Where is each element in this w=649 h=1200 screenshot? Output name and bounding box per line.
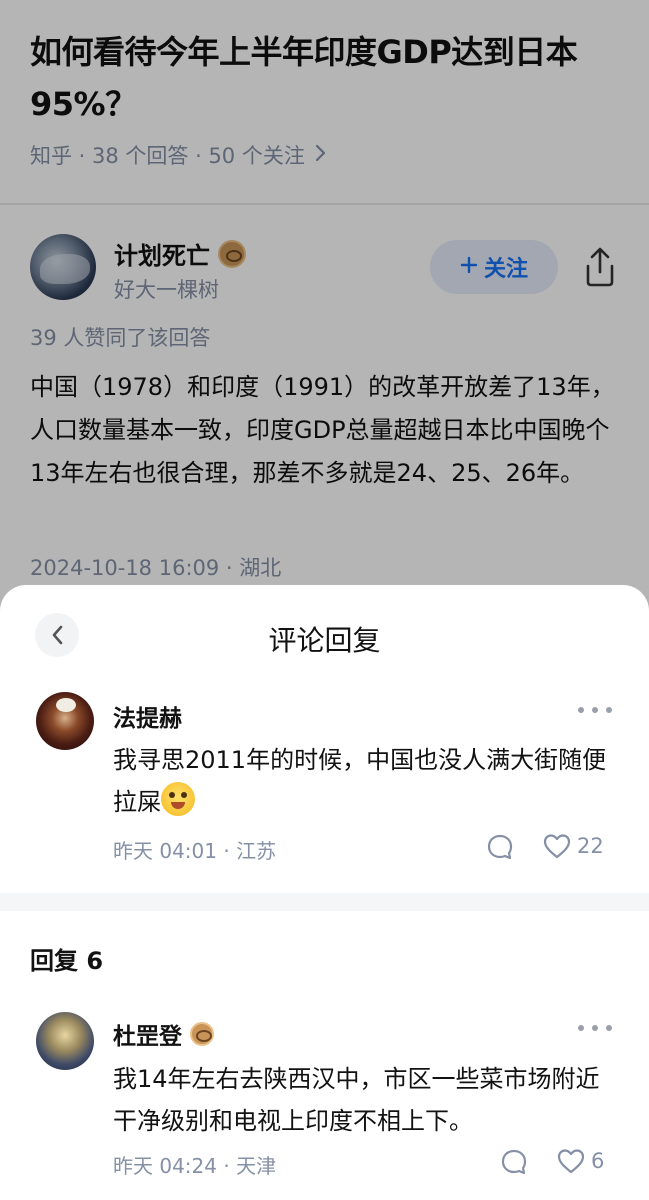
more-icon[interactable] bbox=[578, 1025, 612, 1035]
sheet-title: 评论回复 bbox=[268, 624, 381, 657]
heart-icon bbox=[543, 834, 571, 859]
section-separator bbox=[0, 893, 649, 911]
comment-reply-sheet: 评论回复 法提赫 我寻思2011年的时候，中国也没人满大街随便拉屎 昨天 04:… bbox=[0, 585, 649, 1200]
like-count: 22 bbox=[577, 834, 604, 858]
comment-meta: 昨天 04:01 · 江苏 bbox=[113, 839, 277, 863]
heart-icon bbox=[557, 1149, 585, 1174]
comment-meta: 昨天 04:24 · 天津 bbox=[113, 1154, 277, 1178]
comment-author[interactable]: 法提赫 bbox=[113, 699, 182, 733]
avatar[interactable] bbox=[36, 1012, 94, 1070]
comment-author-name: 杜罡登 bbox=[113, 1024, 182, 1050]
comment-author[interactable]: 杜罡登 bbox=[113, 1017, 214, 1051]
avatar[interactable] bbox=[36, 692, 94, 750]
like-button[interactable]: 6 bbox=[557, 1148, 604, 1174]
reply-icon[interactable] bbox=[486, 833, 514, 861]
sheet-header: 评论回复 bbox=[0, 585, 649, 685]
comment-text[interactable]: 我寻思2011年的时候，中国也没人满大街随便拉屎 bbox=[113, 739, 613, 823]
like-count: 6 bbox=[591, 1149, 605, 1173]
reply-icon[interactable] bbox=[500, 1148, 528, 1176]
comment-author-name: 法提赫 bbox=[113, 706, 182, 732]
grinning-emoji-icon bbox=[161, 782, 195, 816]
badge-icon bbox=[190, 1022, 214, 1046]
more-icon[interactable] bbox=[578, 707, 612, 717]
reply-count-heading: 回复 6 bbox=[30, 947, 104, 975]
like-button[interactable]: 22 bbox=[543, 833, 604, 859]
comment-text[interactable]: 我14年左右去陕西汉中，市区一些菜市场附近干净级别和电视上印度不相上下。 bbox=[113, 1058, 613, 1142]
